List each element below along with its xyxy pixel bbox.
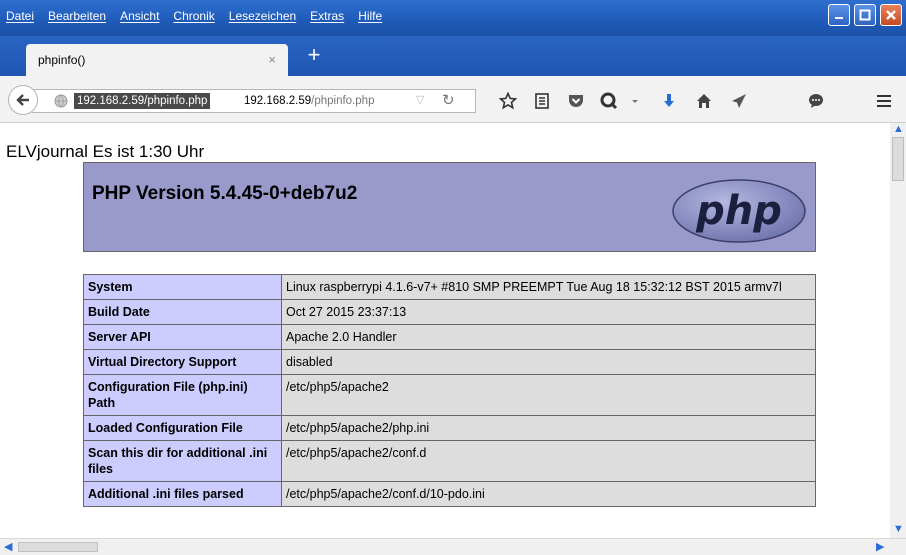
close-icon xyxy=(886,10,896,20)
home-icon[interactable] xyxy=(693,90,715,112)
row-value: /etc/php5/apache2/conf.d xyxy=(281,440,816,482)
table-row: Build Date Oct 27 2015 23:37:13 xyxy=(83,299,816,325)
table-row: Loaded Configuration File /etc/php5/apac… xyxy=(83,415,816,441)
title-bar: Datei Bearbeiten Ansicht Chronik Lesezei… xyxy=(0,0,906,36)
vertical-scrollbar[interactable]: ▲ ▼ xyxy=(890,123,906,538)
scroll-right-icon[interactable]: ▶ xyxy=(876,540,884,553)
pocket-icon[interactable] xyxy=(565,90,587,112)
row-key: System xyxy=(83,274,282,300)
menu-hilfe[interactable]: Hilfe xyxy=(358,9,382,23)
window-controls xyxy=(828,4,902,26)
back-button[interactable] xyxy=(8,85,38,115)
menu-lesezeichen[interactable]: Lesezeichen xyxy=(229,9,296,23)
table-row: Scan this dir for additional .ini files … xyxy=(83,440,816,482)
download-icon[interactable] xyxy=(658,90,680,112)
row-key: Additional .ini files parsed xyxy=(83,481,282,507)
reading-list-icon[interactable] xyxy=(531,90,553,112)
php-info-table: System Linux raspberrypi 4.1.6-v7+ #810 … xyxy=(83,274,816,507)
page-heading: ELVjournal Es ist 1:30 Uhr xyxy=(6,142,205,161)
maximize-button[interactable] xyxy=(854,4,876,26)
menu-extras[interactable]: Extras xyxy=(310,9,344,23)
scroll-left-icon[interactable]: ◀ xyxy=(4,540,12,553)
table-row: Additional .ini files parsed /etc/php5/a… xyxy=(83,481,816,507)
tab-title: phpinfo() xyxy=(38,53,86,67)
search-q-icon[interactable] xyxy=(598,90,620,112)
hamburger-menu-icon[interactable] xyxy=(873,90,895,112)
url-selected-text: 192.168.2.59/phpinfo.php xyxy=(74,93,211,109)
vertical-scroll-thumb[interactable] xyxy=(892,137,904,181)
row-key: Build Date xyxy=(83,299,282,325)
reload-icon[interactable]: ↻ xyxy=(442,91,455,109)
horizontal-scroll-thumb[interactable] xyxy=(18,542,98,552)
table-row: System Linux raspberrypi 4.1.6-v7+ #810 … xyxy=(83,274,816,300)
php-version-title: PHP Version 5.4.45-0+deb7u2 xyxy=(92,183,358,204)
url-text: 192.168.2.59/phpinfo.php xyxy=(244,95,374,107)
url-path: /phpinfo.php xyxy=(311,95,375,107)
php-version-header: PHP Version 5.4.45-0+deb7u2 php xyxy=(83,162,816,252)
row-key: Configuration File (php.ini) Path xyxy=(83,374,282,416)
minimize-icon xyxy=(835,17,843,19)
table-row: Server API Apache 2.0 Handler xyxy=(83,324,816,350)
menu-bar: Datei Bearbeiten Ansicht Chronik Lesezei… xyxy=(6,9,382,23)
horizontal-scrollbar[interactable]: ◀ ▶ xyxy=(0,538,906,555)
new-tab-button[interactable]: + xyxy=(302,44,326,68)
tab-phpinfo[interactable]: phpinfo() × xyxy=(26,44,288,76)
scroll-down-icon[interactable]: ▼ xyxy=(893,523,904,535)
menu-chronik[interactable]: Chronik xyxy=(173,9,214,23)
row-key: Server API xyxy=(83,324,282,350)
send-icon[interactable] xyxy=(728,90,750,112)
menu-bearbeiten[interactable]: Bearbeiten xyxy=(48,9,106,23)
bookmark-star-icon[interactable] xyxy=(497,90,519,112)
dropdown-icon[interactable]: ▽ xyxy=(416,93,424,106)
chat-icon[interactable] xyxy=(805,90,827,112)
close-window-button[interactable] xyxy=(880,4,902,26)
globe-icon xyxy=(54,94,68,108)
row-value: /etc/php5/apache2 xyxy=(281,374,816,416)
menu-ansicht[interactable]: Ansicht xyxy=(120,9,159,23)
row-key: Loaded Configuration File xyxy=(83,415,282,441)
row-key: Virtual Directory Support xyxy=(83,349,282,375)
row-value: /etc/php5/apache2/php.ini xyxy=(281,415,816,441)
row-value: disabled xyxy=(281,349,816,375)
row-value: Oct 27 2015 23:37:13 xyxy=(281,299,816,325)
php-logo-icon: php xyxy=(672,179,806,243)
url-host: 192.168.2.59 xyxy=(244,95,312,107)
tab-close-icon[interactable]: × xyxy=(268,52,276,67)
table-row: Virtual Directory Support disabled xyxy=(83,349,816,375)
maximize-icon xyxy=(859,9,871,21)
navigation-bar: 192.168.2.59/phpinfo.php 192.168.2.59/ph… xyxy=(0,76,906,123)
php-logo-text: php xyxy=(695,188,782,234)
back-icon xyxy=(16,94,29,106)
row-value: Linux raspberrypi 4.1.6-v7+ #810 SMP PRE… xyxy=(281,274,816,300)
tab-strip: phpinfo() × + xyxy=(0,36,906,76)
scroll-up-icon[interactable]: ▲ xyxy=(893,123,904,135)
url-bar[interactable]: 192.168.2.59/phpinfo.php 192.168.2.59/ph… xyxy=(32,89,476,113)
page-content: ELVjournal Es ist 1:30 Uhr PHP Version 5… xyxy=(0,123,890,538)
menu-datei[interactable]: Datei xyxy=(6,9,34,23)
minimize-button[interactable] xyxy=(828,4,850,26)
row-value: Apache 2.0 Handler xyxy=(281,324,816,350)
search-dropdown-icon[interactable] xyxy=(624,90,646,112)
table-row: Configuration File (php.ini) Path /etc/p… xyxy=(83,374,816,416)
row-key: Scan this dir for additional .ini files xyxy=(83,440,282,482)
row-value: /etc/php5/apache2/conf.d/10-pdo.ini xyxy=(281,481,816,507)
